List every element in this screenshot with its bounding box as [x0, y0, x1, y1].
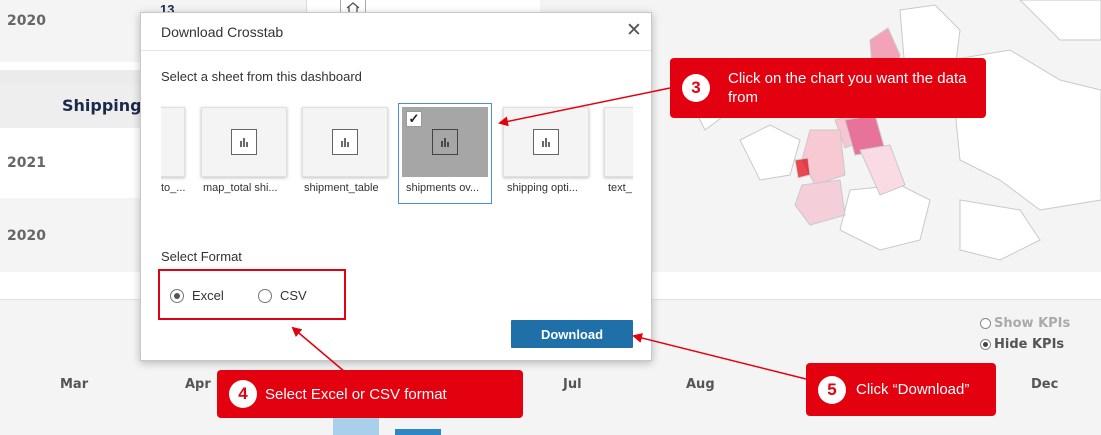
- callout-text: Click “Download”: [856, 381, 970, 398]
- step-number: 3: [682, 74, 710, 102]
- callout-text: Select Excel or CSV format: [265, 385, 447, 403]
- step-number: 4: [229, 380, 257, 408]
- callout-step-5: 5 Click “Download”: [806, 363, 996, 416]
- callout-step-3: 3 Click on the chart you want the data f…: [670, 58, 986, 118]
- callout-step-4: 4 Select Excel or CSV format: [217, 370, 523, 418]
- callout-text: Click on the chart you want the data fro…: [728, 70, 967, 106]
- step-number: 5: [818, 375, 846, 404]
